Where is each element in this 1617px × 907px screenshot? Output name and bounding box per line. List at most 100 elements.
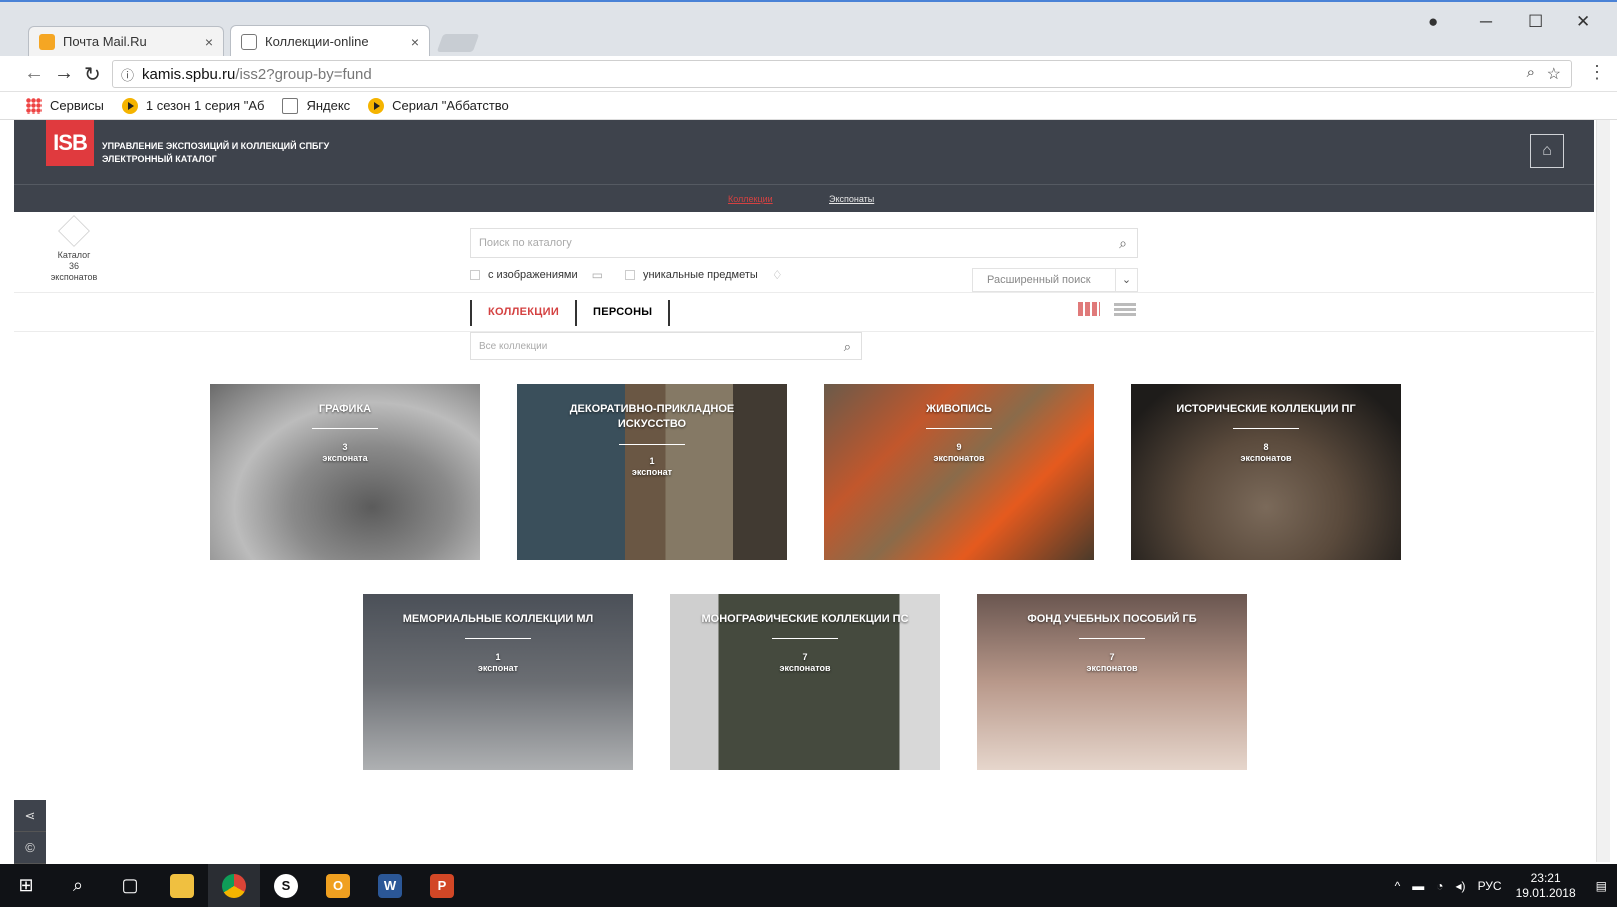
play-icon	[368, 97, 385, 114]
search-taskbar-button[interactable]: ⌕	[52, 864, 104, 907]
count-value: 1	[649, 456, 655, 466]
clock[interactable]: 23:21 19.01.2018	[1516, 871, 1576, 901]
catalog-label: Каталог	[57, 250, 91, 260]
word-button[interactable]: W	[364, 864, 416, 907]
notifications-icon[interactable]: ▤	[1596, 879, 1607, 893]
collection-title: Мемориальные коллекции МЛ	[402, 613, 594, 625]
close-window-icon[interactable]: ✕	[1576, 12, 1590, 32]
back-icon[interactable]: ←	[24, 62, 44, 85]
copyright-icon[interactable]: ©	[14, 832, 46, 864]
divider	[619, 444, 685, 445]
collection-title: Фонд учебных пособий ГБ	[1027, 613, 1197, 625]
grid-view-icon[interactable]	[1078, 302, 1100, 316]
filter-with-images[interactable]: с изображениями ▭	[470, 268, 603, 282]
collection-card[interactable]: Декоративно-прикладное искусство 1 экспон…	[517, 384, 787, 560]
bookmarks-bar: Сервисы 1 сезон 1 серия "Аб Яндекс Сериа…	[0, 92, 1617, 120]
search-filters: с изображениями ▭ уникальные предметы ♢	[470, 266, 805, 284]
page-scrollbar[interactable]	[1596, 120, 1610, 862]
chrome-button[interactable]	[208, 864, 260, 907]
browser-tab-strip: Почта Mail.Ru × Коллекции-online × ● ─ ☐…	[0, 0, 1617, 57]
checkbox[interactable]	[624, 270, 635, 280]
wifi-icon[interactable]: ◔	[1436, 879, 1443, 893]
language-indicator[interactable]: РУС	[1478, 879, 1502, 893]
divider	[14, 292, 1594, 293]
page-icon	[282, 97, 299, 114]
folder-icon	[170, 873, 194, 898]
share-icon[interactable]: ⋖	[14, 800, 46, 832]
mail-favicon-icon	[39, 33, 55, 50]
bookmark-label: Яндекс	[306, 98, 351, 113]
checkbox[interactable]	[470, 270, 480, 280]
nav-collections[interactable]: Коллекции	[728, 194, 773, 204]
divider	[1079, 638, 1145, 639]
diamond-icon: ♢	[771, 268, 783, 282]
collection-card[interactable]: Монографические коллекции ПС 7 экспонатов	[670, 594, 940, 770]
volume-icon[interactable]: ◂)	[1456, 879, 1466, 893]
collection-count: 1 экспонат	[517, 456, 787, 478]
site-subtitle-line: Электронный каталог	[102, 154, 217, 164]
zoom-icon[interactable]: ⌕	[1527, 64, 1535, 81]
collection-card[interactable]: Живопись 9 экспонатов	[824, 384, 1094, 560]
reload-icon[interactable]: ↻	[84, 62, 101, 87]
site-logo[interactable]: ISB	[46, 120, 94, 166]
start-button[interactable]: ⊞	[0, 864, 52, 907]
list-view-icon[interactable]	[1114, 302, 1136, 316]
catalog-search-input[interactable]: Поиск по каталогу ⌕	[470, 228, 1138, 258]
tab-close-icon[interactable]: ×	[411, 34, 419, 50]
divider	[312, 428, 378, 429]
bookmark-yandex[interactable]: Яндекс	[282, 97, 351, 114]
tab-collections[interactable]: Коллекции-online ×	[230, 25, 430, 57]
collection-card[interactable]: Мемориальные коллекции МЛ 1 экспонат	[363, 594, 633, 770]
task-view-button[interactable]: ▢	[104, 864, 156, 907]
bookmark-label: Сериал "Аббатство	[392, 98, 509, 113]
minimize-icon[interactable]: ─	[1480, 12, 1492, 32]
chevron-down-icon[interactable]: ⌄	[1115, 269, 1137, 291]
tab-collections-list[interactable]: КОЛЛЕКЦИИ	[470, 300, 575, 326]
bookmark-series-2[interactable]: Сериал "Аббатство	[368, 97, 509, 114]
catalog-widget[interactable]: Каталог 36 экспонатов	[40, 215, 108, 283]
collections-search-input[interactable]: Все коллекции ⌕	[470, 332, 862, 360]
search-icon[interactable]: ⌕	[1119, 235, 1127, 252]
tab-mail[interactable]: Почта Mail.Ru ×	[28, 26, 224, 56]
advanced-search-button[interactable]: Расширенный поиск ⌄	[972, 268, 1138, 292]
museum-icon[interactable]: ⌂	[1530, 134, 1564, 168]
collection-card[interactable]: Исторические коллекции ПГ 8 экспонатов	[1131, 384, 1401, 560]
powerpoint-button[interactable]: P	[416, 864, 468, 907]
bookmark-services[interactable]: Сервисы	[26, 97, 104, 114]
collection-card[interactable]: Фонд учебных пособий ГБ 7 экспонатов	[977, 594, 1247, 770]
catalog-unit: экспонатов	[50, 272, 98, 282]
filter-label: с изображениями	[488, 269, 578, 281]
play-icon	[121, 97, 138, 114]
cube-icon	[58, 215, 90, 247]
new-tab-button[interactable]	[436, 34, 480, 52]
count-unit: экспонат	[477, 663, 519, 673]
chevron-up-icon[interactable]: ^	[1395, 879, 1401, 893]
windows-taskbar: ⊞ ⌕ ▢ S O W P ^ ▬ ◔ ◂) РУС 23:21 19.01.2…	[0, 864, 1617, 907]
skype-button[interactable]: S	[260, 864, 312, 907]
explorer-button[interactable]	[156, 864, 208, 907]
collection-card[interactable]: Графика 3 экспоната	[210, 384, 480, 560]
menu-icon[interactable]: ⋮	[1588, 62, 1606, 83]
image-icon: ▭	[591, 268, 603, 282]
url-path: /iss2?group-by=fund	[235, 65, 372, 83]
collection-count: 8 экспонатов	[1131, 442, 1401, 464]
search-icon[interactable]: ⌕	[844, 339, 851, 355]
bookmark-star-icon[interactable]: ☆	[1547, 64, 1561, 84]
filter-unique[interactable]: уникальные предметы ♢	[624, 268, 783, 282]
bookmark-series-1[interactable]: 1 сезон 1 серия "Аб	[121, 97, 264, 114]
count-value: 9	[956, 442, 962, 452]
tab-label: Коллекции-online	[265, 34, 369, 49]
maximize-icon[interactable]: ☐	[1528, 12, 1543, 32]
collection-count: 7 экспонатов	[977, 652, 1247, 674]
divider	[465, 638, 531, 639]
address-bar[interactable]: ⓘ kamis.spbu.ru /iss2?group-by=fund ⌕ ☆	[112, 60, 1572, 88]
forward-icon[interactable]: →	[54, 62, 74, 85]
count-unit: экспонатов	[779, 663, 831, 673]
tab-persons[interactable]: ПЕРСОНЫ	[575, 300, 671, 326]
nav-exhibits[interactable]: Экспонаты	[829, 194, 874, 204]
tab-close-icon[interactable]: ×	[205, 34, 213, 50]
battery-icon[interactable]: ▬	[1412, 879, 1424, 893]
windows-icon: ⊞	[18, 875, 34, 895]
outlook-button[interactable]: O	[312, 864, 364, 907]
profile-icon[interactable]: ●	[1428, 12, 1438, 32]
